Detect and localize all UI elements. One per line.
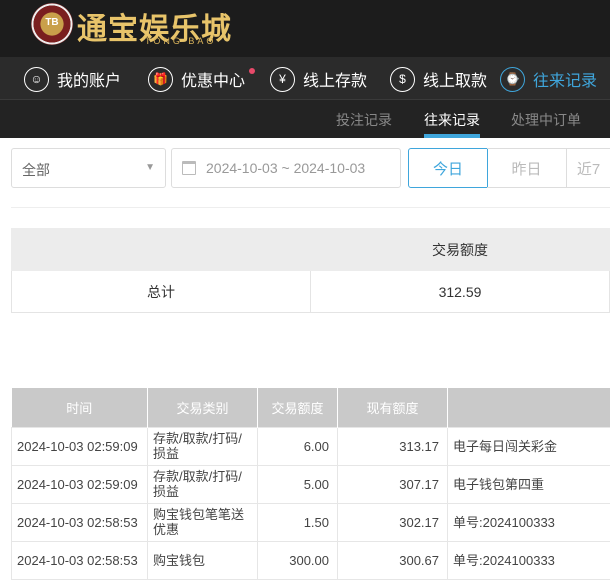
- date-range-value: 2024-10-03 ~ 2024-10-03: [206, 160, 365, 176]
- cell-remark: 单号:2024100333: [448, 503, 610, 541]
- nav-withdraw[interactable]: $ 线上取款: [390, 65, 487, 93]
- column-header-balance: 现有额度: [338, 388, 448, 427]
- record-icon: ⌚: [500, 67, 525, 92]
- tab-transaction-records[interactable]: 往来记录: [424, 110, 480, 130]
- tab-pending-orders[interactable]: 处理中订单: [511, 110, 581, 130]
- nav-label: 往来记录: [533, 67, 597, 91]
- summary-label: 总计: [12, 271, 311, 313]
- nav-my-account[interactable]: ☺ 我的账户: [24, 65, 121, 93]
- cell-remark: 电子每日闯关彩金: [448, 427, 610, 465]
- chevron-down-icon: ▼: [145, 162, 155, 173]
- gift-icon: 🎁: [148, 67, 173, 92]
- main-nav: ☺ 我的账户 🎁 优惠中心 ¥ 线上存款 $ 线上取款 ⌚ 往来记录: [0, 57, 610, 100]
- date-range-input[interactable]: 2024-10-03 ~ 2024-10-03: [171, 148, 401, 188]
- cell-amount: 6.00: [258, 427, 338, 465]
- cell-balance: 302.17: [338, 503, 448, 541]
- type-select[interactable]: 全部 ▼: [11, 148, 166, 188]
- cell-time: 2024-10-03 02:58:53: [12, 541, 148, 579]
- transaction-table: 时间 交易类别 交易额度 现有额度 2024-10-03 02:59:09存款/…: [11, 388, 610, 580]
- calendar-icon: [182, 161, 196, 175]
- cell-type: 存款/取款/打码/损益: [148, 427, 258, 465]
- cell-type: 购宝钱包: [148, 541, 258, 579]
- nav-label: 优惠中心: [181, 67, 245, 91]
- nav-promotions[interactable]: 🎁 优惠中心: [148, 65, 245, 93]
- active-tab-indicator: [424, 134, 480, 138]
- table-row: 2024-10-03 02:58:53购宝钱包300.00300.67单号:20…: [12, 541, 610, 579]
- column-header-amount: 交易额度: [258, 388, 338, 427]
- yesterday-button[interactable]: 昨日: [487, 148, 567, 188]
- logo-subtitle: TONG BAO: [145, 36, 216, 46]
- summary-value: 312.59: [311, 271, 610, 313]
- cell-balance: 313.17: [338, 427, 448, 465]
- user-icon: ☺: [24, 67, 49, 92]
- column-header-time: 时间: [12, 388, 148, 427]
- withdraw-icon: $: [390, 67, 415, 92]
- nav-label: 线上取款: [423, 67, 487, 91]
- logo-chip-text: TB: [31, 17, 73, 28]
- cell-type: 购宝钱包笔笔送优惠: [148, 503, 258, 541]
- cell-amount: 300.00: [258, 541, 338, 579]
- cell-amount: 1.50: [258, 503, 338, 541]
- notification-dot: [249, 68, 255, 74]
- today-button[interactable]: 今日: [408, 148, 488, 188]
- table-row: 2024-10-03 02:59:09存款/取款/打码/损益6.00313.17…: [12, 427, 610, 465]
- nav-records[interactable]: ⌚ 往来记录: [500, 65, 597, 93]
- summary-header-empty: [12, 229, 311, 271]
- summary-table: 交易额度 总计312.59: [11, 228, 610, 313]
- table-row: 2024-10-03 02:59:09存款/取款/打码/损益5.00307.17…: [12, 465, 610, 503]
- nav-deposit[interactable]: ¥ 线上存款: [270, 65, 367, 93]
- nav-label: 线上存款: [303, 67, 367, 91]
- cell-time: 2024-10-03 02:59:09: [12, 427, 148, 465]
- sub-tabs: 投注记录 往来记录 处理中订单: [0, 100, 610, 138]
- column-header-remark: [448, 388, 610, 427]
- nav-label: 我的账户: [57, 67, 121, 91]
- tab-bet-records[interactable]: 投注记录: [336, 110, 392, 130]
- cell-type: 存款/取款/打码/损益: [148, 465, 258, 503]
- table-row: 2024-10-03 02:58:53购宝钱包笔笔送优惠1.50302.17单号…: [12, 503, 610, 541]
- cell-balance: 307.17: [338, 465, 448, 503]
- cell-remark: 单号:2024100333: [448, 541, 610, 579]
- cell-time: 2024-10-03 02:58:53: [12, 503, 148, 541]
- summary-header: 交易额度: [311, 229, 610, 271]
- divider: [11, 207, 610, 208]
- column-header-type: 交易类别: [148, 388, 258, 427]
- type-select-value: 全部: [22, 162, 50, 178]
- top-header: TB 通宝娱乐城 TONG BAO: [0, 0, 610, 57]
- cell-time: 2024-10-03 02:59:09: [12, 465, 148, 503]
- cell-amount: 5.00: [258, 465, 338, 503]
- logo-chip-icon: TB: [31, 3, 73, 45]
- cell-remark: 电子钱包第四重: [448, 465, 610, 503]
- cell-balance: 300.67: [338, 541, 448, 579]
- last-7-days-button[interactable]: 近7: [567, 148, 610, 188]
- deposit-icon: ¥: [270, 67, 295, 92]
